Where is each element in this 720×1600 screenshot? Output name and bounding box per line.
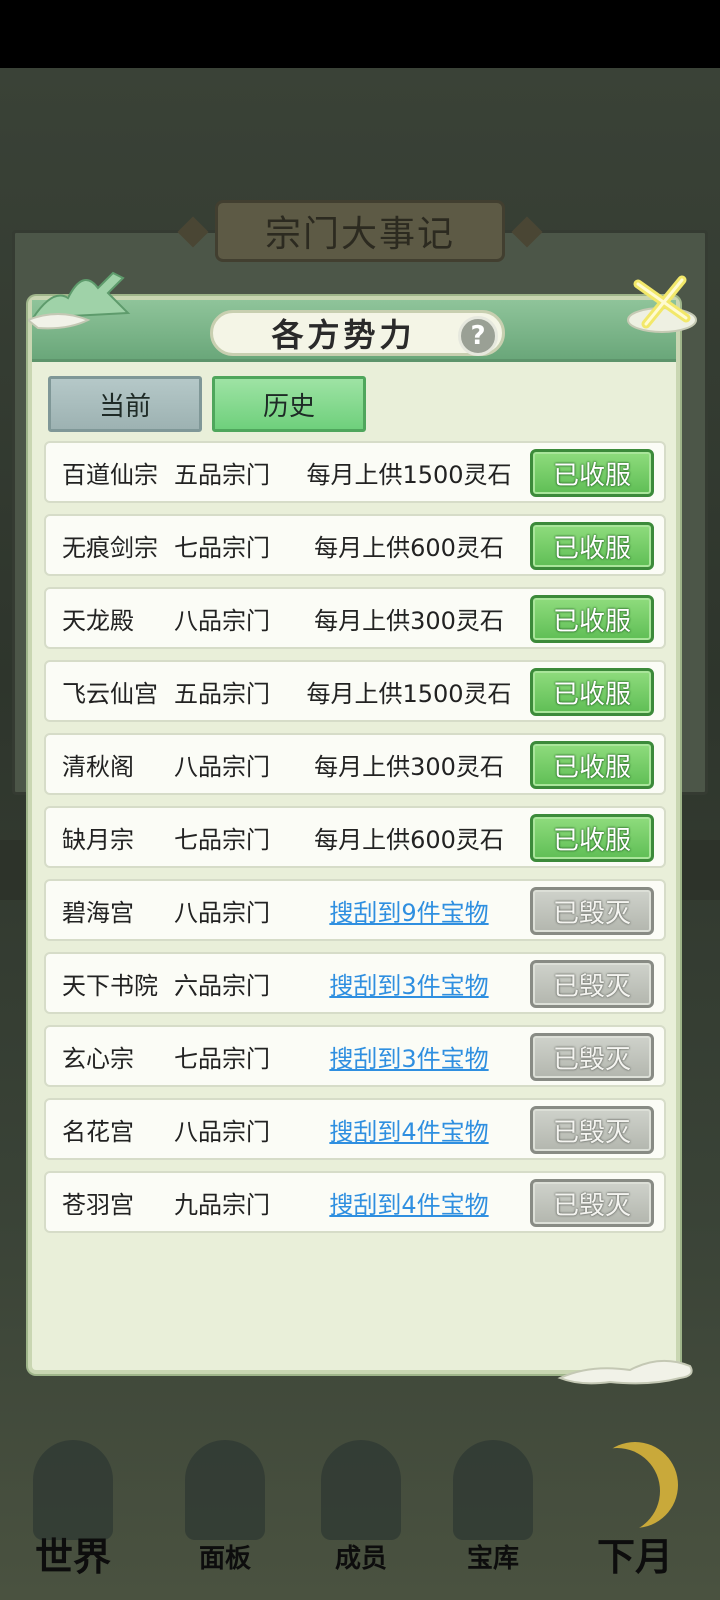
list-item: 苍羽宫 九品宗门 搜刮到4件宝物 已毁灭 — [44, 1171, 666, 1233]
list-item: 玄心宗 七品宗门 搜刮到3件宝物 已毁灭 — [44, 1025, 666, 1087]
list-item: 名花宫 八品宗门 搜刮到4件宝物 已毁灭 — [44, 1098, 666, 1160]
palace-icon — [33, 1440, 113, 1540]
destroyed-button[interactable]: 已毁灭 — [530, 1179, 654, 1227]
loot-link[interactable]: 搜刮到4件宝物 — [298, 1185, 520, 1220]
cloud-icon — [557, 1359, 693, 1385]
faction-tribute: 每月上供300灵石 — [314, 752, 504, 781]
faction-name: 天龙殿 — [62, 606, 134, 635]
tab-current[interactable]: 当前 — [48, 376, 202, 432]
faction-grade: 九品宗门 — [174, 1190, 270, 1219]
close-icon[interactable] — [624, 274, 700, 338]
faction-name: 飞云仙宫 — [62, 679, 158, 708]
tab-bar: 当前 历史 — [48, 376, 366, 432]
faction-grade: 七品宗门 — [174, 825, 270, 854]
subdued-button[interactable]: 已收服 — [530, 449, 654, 497]
nav-members[interactable]: 成员 — [296, 1420, 426, 1600]
faction-grade: 八品宗门 — [174, 898, 270, 927]
nav-treasury-label: 宝库 — [466, 1544, 519, 1574]
loot-link[interactable]: 搜刮到3件宝物 — [298, 1039, 520, 1074]
list-item: 缺月宗 七品宗门 每月上供600灵石 已收服 — [44, 806, 666, 868]
background-banner: 宗门大事记 — [215, 200, 505, 262]
faction-name: 缺月宗 — [62, 825, 134, 854]
faction-tribute: 每月上供1500灵石 — [306, 460, 512, 489]
list-item: 无痕剑宗 七品宗门 每月上供600灵石 已收服 — [44, 514, 666, 576]
list-item: 飞云仙宫 五品宗门 每月上供1500灵石 已收服 — [44, 660, 666, 722]
nav-next-month[interactable]: 下月 — [570, 1420, 700, 1600]
loot-link[interactable]: 搜刮到9件宝物 — [298, 893, 520, 928]
faction-name: 百道仙宗 — [62, 460, 158, 489]
list-item: 天下书院 六品宗门 搜刮到3件宝物 已毁灭 — [44, 952, 666, 1014]
subdued-button[interactable]: 已收服 — [530, 741, 654, 789]
disciple-icon — [321, 1440, 401, 1540]
tab-history[interactable]: 历史 — [212, 376, 366, 432]
faction-grade: 五品宗门 — [174, 460, 270, 489]
faction-grade: 八品宗门 — [174, 1117, 270, 1146]
faction-name: 无痕剑宗 — [62, 533, 158, 562]
moon-icon — [592, 1442, 678, 1528]
subdued-button[interactable]: 已收服 — [530, 668, 654, 716]
faction-grade: 八品宗门 — [174, 606, 270, 635]
list-item: 天龙殿 八品宗门 每月上供300灵石 已收服 — [44, 587, 666, 649]
list-item: 清秋阁 八品宗门 每月上供300灵石 已收服 — [44, 733, 666, 795]
faction-grade: 七品宗门 — [174, 1044, 270, 1073]
faction-name: 玄心宗 — [62, 1044, 134, 1073]
destroyed-button[interactable]: 已毁灭 — [530, 960, 654, 1008]
bottom-nav: 世界 面板 成员 宝库 下月 — [0, 1420, 720, 1600]
subdued-button[interactable]: 已收服 — [530, 595, 654, 643]
nav-next-month-label: 下月 — [596, 1534, 673, 1579]
faction-list: 百道仙宗 五品宗门 每月上供1500灵石 已收服 无痕剑宗 七品宗门 每月上供6… — [44, 441, 666, 1244]
modal-title: 各方势力 — [271, 316, 416, 354]
factions-modal: 各方势力 ? 当前 历史 百道仙宗 五品宗门 每月上供1500灵石 已收服 无痕… — [28, 271, 697, 1385]
status-bar — [0, 0, 720, 68]
faction-tribute: 每月上供600灵石 — [314, 825, 504, 854]
list-item: 碧海宫 八品宗门 搜刮到9件宝物 已毁灭 — [44, 879, 666, 941]
background-banner-title: 宗门大事记 — [264, 214, 455, 255]
destroyed-button[interactable]: 已毁灭 — [530, 1033, 654, 1081]
faction-grade: 五品宗门 — [174, 679, 270, 708]
subdued-button[interactable]: 已收服 — [530, 814, 654, 862]
nav-treasury[interactable]: 宝库 — [428, 1420, 558, 1600]
faction-name: 苍羽宫 — [62, 1190, 134, 1219]
nav-panel-label: 面板 — [198, 1544, 251, 1574]
nav-world-label: 世界 — [34, 1534, 111, 1579]
faction-grade: 六品宗门 — [174, 971, 270, 1000]
list-item: 百道仙宗 五品宗门 每月上供1500灵石 已收服 — [44, 441, 666, 503]
faction-grade: 七品宗门 — [174, 533, 270, 562]
faction-name: 碧海宫 — [62, 898, 134, 927]
nav-panel[interactable]: 面板 — [160, 1420, 290, 1600]
faction-tribute: 每月上供1500灵石 — [306, 679, 512, 708]
title-pill: 各方势力 ? — [210, 310, 505, 356]
faction-tribute: 每月上供300灵石 — [314, 606, 504, 635]
gate-icon — [185, 1440, 265, 1540]
mountain-icon — [28, 271, 131, 330]
nav-world[interactable]: 世界 — [8, 1420, 138, 1600]
faction-name: 清秋阁 — [62, 752, 134, 781]
faction-name: 名花宫 — [62, 1117, 134, 1146]
subdued-button[interactable]: 已收服 — [530, 522, 654, 570]
destroyed-button[interactable]: 已毁灭 — [530, 887, 654, 935]
loot-link[interactable]: 搜刮到4件宝物 — [298, 1112, 520, 1147]
faction-grade: 八品宗门 — [174, 752, 270, 781]
treasury-icon — [453, 1440, 533, 1540]
help-icon[interactable]: ? — [458, 316, 498, 356]
nav-members-label: 成员 — [334, 1544, 387, 1574]
loot-link[interactable]: 搜刮到3件宝物 — [298, 966, 520, 1001]
faction-tribute: 每月上供600灵石 — [314, 533, 504, 562]
destroyed-button[interactable]: 已毁灭 — [530, 1106, 654, 1154]
faction-name: 天下书院 — [62, 971, 158, 1000]
